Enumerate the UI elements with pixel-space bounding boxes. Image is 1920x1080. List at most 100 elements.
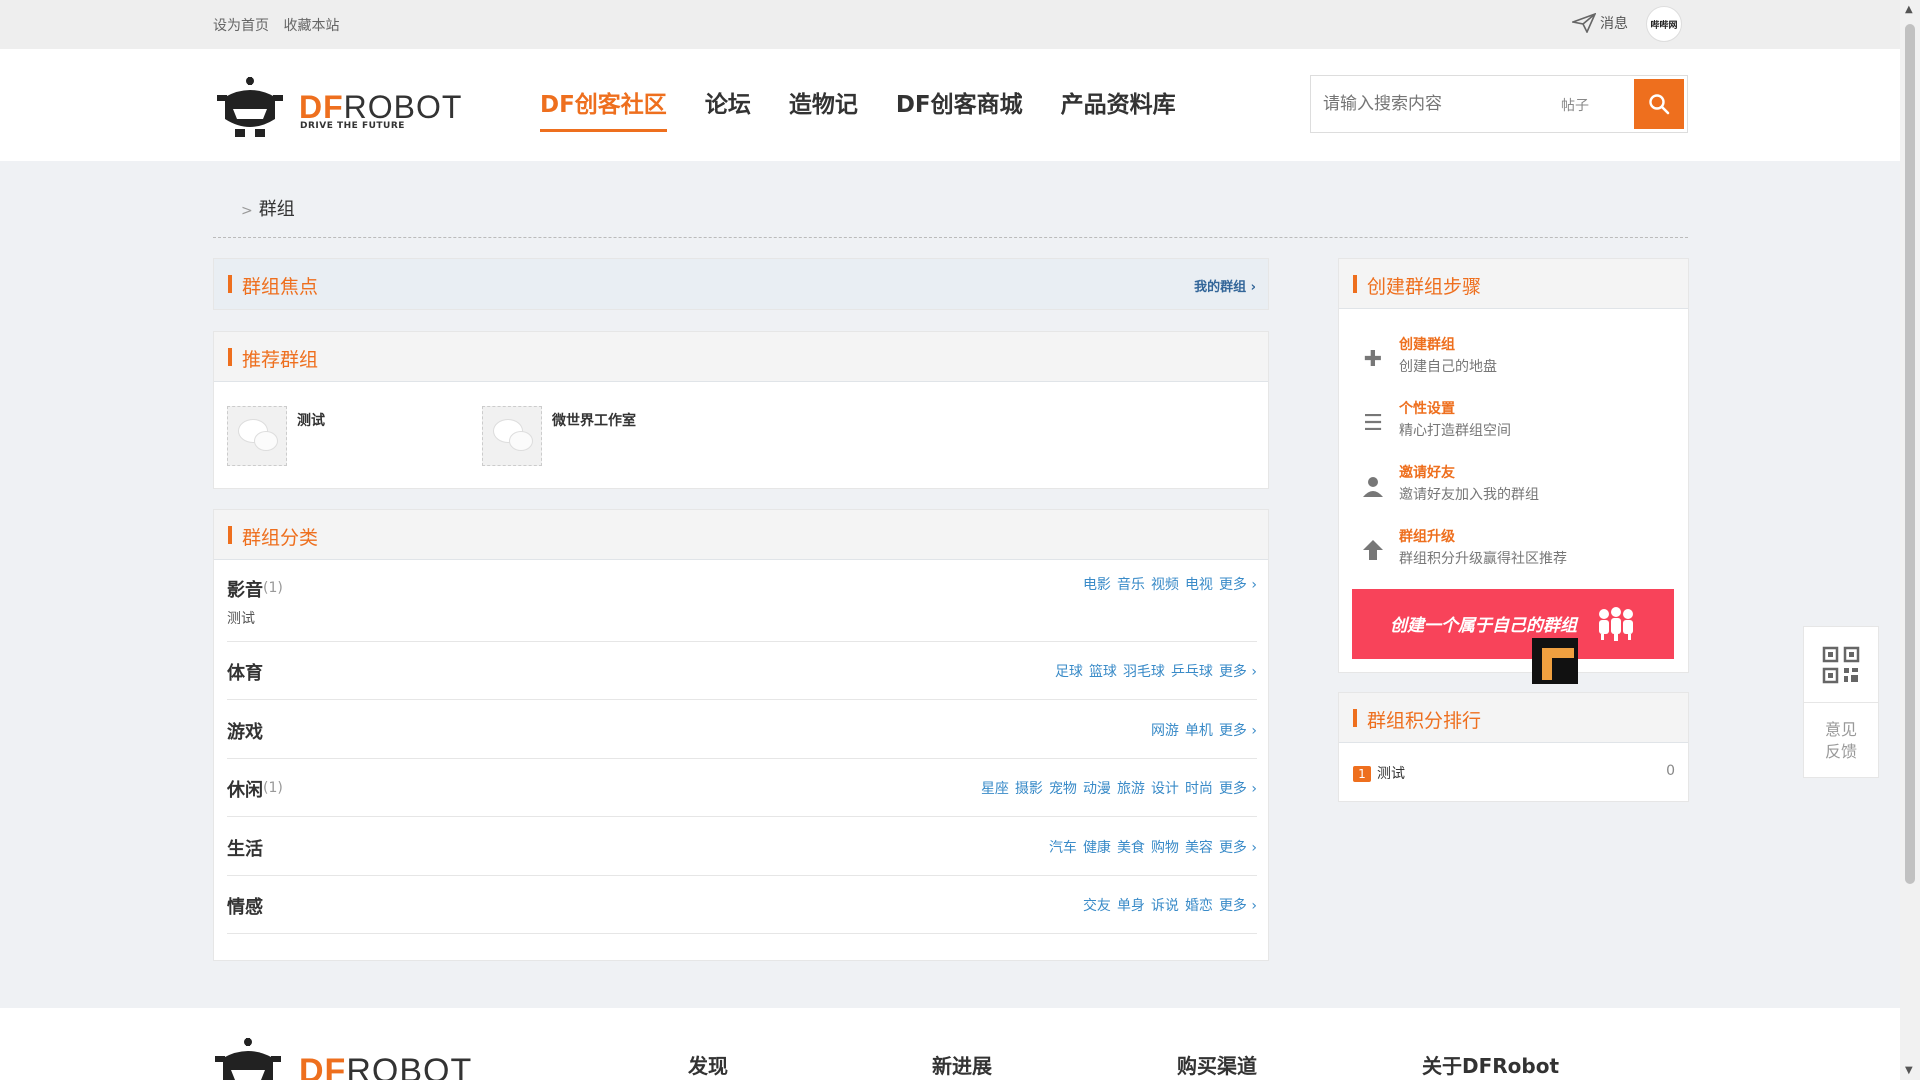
create-group-steps-panel: 创建群组步骤 ✚ 创建群组 创建自己的地盘 ☰ 个性设置 精心打造群组空间 邀请… [1338, 258, 1689, 673]
panel-title: 推荐群组 [228, 345, 318, 372]
category-tag[interactable]: 健康 [1083, 837, 1111, 857]
group-card[interactable]: 微世界工作室 [482, 406, 636, 466]
create-group-banner[interactable]: 创建一个属于自己的群组 [1352, 589, 1674, 659]
group-name[interactable]: 测试 [297, 410, 325, 466]
nav-store[interactable]: DF创客商城 [896, 85, 1023, 132]
category-count: (1) [263, 780, 283, 796]
group-avatar[interactable] [482, 406, 542, 466]
more-link[interactable]: 更多 › [1219, 778, 1257, 798]
feedback-label-line1: 意见 [1824, 720, 1857, 739]
more-link[interactable]: 更多 › [1219, 837, 1257, 857]
scrollbar[interactable]: ▲ ▼ [1900, 0, 1920, 1080]
group-avatar[interactable] [227, 406, 287, 466]
my-groups-link[interactable]: 我的群组 › [1194, 276, 1256, 295]
category-tag[interactable]: 视频 [1151, 574, 1179, 594]
qr-code-icon [1822, 646, 1860, 683]
category-row: 情感 交友 单身 诉说 婚恋 更多 › [227, 876, 1257, 934]
ranking-row[interactable]: 1 测试 0 [1353, 763, 1675, 783]
step-personalize[interactable]: ☰ 个性设置 精心打造群组空间 [1359, 398, 1679, 448]
search-button[interactable] [1634, 79, 1684, 129]
avatar[interactable]: 哔哔网 [1646, 6, 1682, 42]
panel-title: 群组焦点 [228, 272, 318, 299]
category-tag[interactable]: 音乐 [1117, 574, 1145, 594]
category-tag[interactable]: 美食 [1117, 837, 1145, 857]
category-tag[interactable]: 旅游 [1117, 778, 1145, 798]
step-title[interactable]: 群组升级 [1399, 526, 1455, 546]
step-desc: 精心打造群组空间 [1399, 423, 1511, 439]
scroll-down-arrow-icon[interactable]: ▼ [1905, 1065, 1913, 1076]
scroll-up-arrow-icon[interactable]: ▲ [1905, 4, 1913, 15]
messages-link[interactable]: 消息 [1572, 13, 1628, 33]
category-name[interactable]: 休闲 [227, 776, 263, 802]
step-create-group[interactable]: ✚ 创建群组 创建自己的地盘 [1359, 334, 1679, 384]
category-tag[interactable]: 婚恋 [1185, 895, 1213, 915]
feedback-button[interactable]: 意见 反馈 [1804, 703, 1878, 763]
more-link[interactable]: 更多 › [1219, 661, 1257, 681]
category-tag[interactable]: 购物 [1151, 837, 1179, 857]
search-type-select[interactable]: 帖子 [1561, 95, 1589, 115]
category-name[interactable]: 情感 [227, 893, 263, 919]
step-desc: 创建自己的地盘 [1399, 359, 1497, 375]
category-tag[interactable]: 宠物 [1049, 778, 1077, 798]
category-name[interactable]: 生活 [227, 835, 263, 861]
logo-tagline: DRIVE THE FUTURE [300, 121, 405, 131]
category-group-link[interactable]: 测试 [227, 608, 255, 628]
panel-title: 群组分类 [228, 523, 318, 550]
category-tag[interactable]: 单机 [1185, 720, 1213, 740]
group-name[interactable]: 微世界工作室 [552, 410, 636, 466]
nav-product-library[interactable]: 产品资料库 [1061, 85, 1176, 132]
category-tags: 电影 音乐 视频 电视 更多 › [1083, 574, 1257, 594]
step-invite-friends[interactable]: 邀请好友 邀请好友加入我的群组 [1359, 462, 1679, 512]
rank-group-name[interactable]: 测试 [1377, 766, 1405, 782]
category-tag[interactable]: 乒乓球 [1171, 661, 1213, 681]
category-name[interactable]: 游戏 [227, 718, 263, 744]
category-name[interactable]: 影音 [227, 576, 263, 602]
step-title[interactable]: 个性设置 [1399, 398, 1455, 418]
user-icon [1359, 474, 1387, 502]
search-input[interactable] [1323, 92, 1543, 116]
footer-col-progress[interactable]: 新进展 [932, 1050, 992, 1079]
more-link[interactable]: 更多 › [1219, 574, 1257, 594]
category-tag[interactable]: 摄影 [1015, 778, 1043, 798]
bookmark-link[interactable]: 收藏本站 [283, 18, 339, 34]
category-tag[interactable]: 交友 [1083, 895, 1111, 915]
group-card[interactable]: 测试 [227, 406, 325, 466]
category-tag[interactable]: 诉说 [1151, 895, 1179, 915]
nav-df-maker-community[interactable]: DF创客社区 [540, 85, 667, 132]
scrollbar-thumb[interactable] [1905, 24, 1915, 884]
footer-col-about[interactable]: 关于DFRobot [1422, 1050, 1559, 1079]
category-tag[interactable]: 羽毛球 [1123, 661, 1165, 681]
category-tag[interactable]: 足球 [1055, 661, 1083, 681]
category-tag[interactable]: 网游 [1151, 720, 1179, 740]
category-tag[interactable]: 设计 [1151, 778, 1179, 798]
step-title[interactable]: 邀请好友 [1399, 462, 1455, 482]
arrow-up-icon [1359, 538, 1387, 566]
dfrobot-logo[interactable]: DFROBOT DRIVE THE FUTURE [215, 77, 475, 137]
footer-col-discover[interactable]: 发现 [688, 1050, 728, 1079]
category-tag[interactable]: 单身 [1117, 895, 1145, 915]
panel-header: 推荐群组 [214, 332, 1268, 382]
category-tag[interactable]: 时尚 [1185, 778, 1213, 798]
qr-code-button[interactable] [1804, 627, 1878, 703]
category-tag[interactable]: 美容 [1185, 837, 1213, 857]
category-tag[interactable]: 汽车 [1049, 837, 1077, 857]
footer-logo[interactable]: DFROBOT [213, 1038, 493, 1080]
step-title[interactable]: 创建群组 [1399, 334, 1455, 354]
panel-header: 群组积分排行 [1339, 693, 1688, 743]
group-category-panel: 群组分类 影音 (1) 测试 电影 音乐 视频 电视 更多 › 体育 足球 篮球 羽毛球 乒乓球 更多 ›… [213, 509, 1269, 961]
category-tag[interactable]: 电视 [1185, 574, 1213, 594]
category-row: 游戏 网游 单机 更多 › [227, 700, 1257, 759]
category-name[interactable]: 体育 [227, 659, 263, 685]
nav-forum[interactable]: 论坛 [705, 85, 751, 132]
category-tag[interactable]: 动漫 [1083, 778, 1111, 798]
footer-col-purchase[interactable]: 购买渠道 [1177, 1050, 1257, 1079]
more-link[interactable]: 更多 › [1219, 720, 1257, 740]
step-upgrade-group[interactable]: 群组升级 群组积分升级赢得社区推荐 [1359, 526, 1679, 576]
category-tag[interactable]: 电影 [1083, 574, 1111, 594]
more-link[interactable]: 更多 › [1219, 895, 1257, 915]
set-homepage-link[interactable]: 设为首页 [213, 18, 269, 34]
nav-maker-projects[interactable]: 造物记 [789, 85, 858, 132]
category-tag[interactable]: 篮球 [1089, 661, 1117, 681]
category-tag[interactable]: 星座 [981, 778, 1009, 798]
panel-title: 创建群组步骤 [1353, 272, 1481, 299]
